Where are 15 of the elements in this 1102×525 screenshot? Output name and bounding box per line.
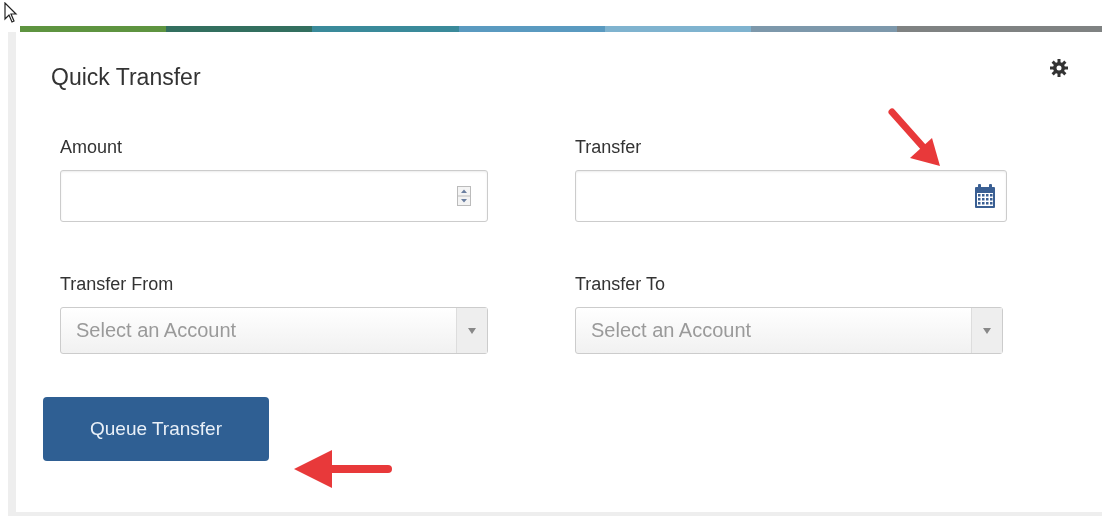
calendar-icon[interactable] [974,183,996,209]
spinner-icon[interactable] [457,186,471,206]
settings-icon[interactable] [1049,58,1069,78]
amount-field[interactable] [60,170,488,222]
account-dropdown[interactable]: Select an Account [575,307,1003,354]
panel-title: Quick Transfer [51,64,201,91]
field-label: Amount [60,137,124,158]
field-label: Transfer To [575,274,667,295]
account-dropdown[interactable]: Select an Account [60,307,488,354]
field-label: Transfer [575,137,643,158]
queue-transfer-button[interactable]: Queue Transfer [43,397,269,461]
caret-icon [983,327,991,334]
field-label: Transfer From [60,274,175,295]
date-field[interactable] [575,170,1007,222]
caret-icon [468,327,476,334]
